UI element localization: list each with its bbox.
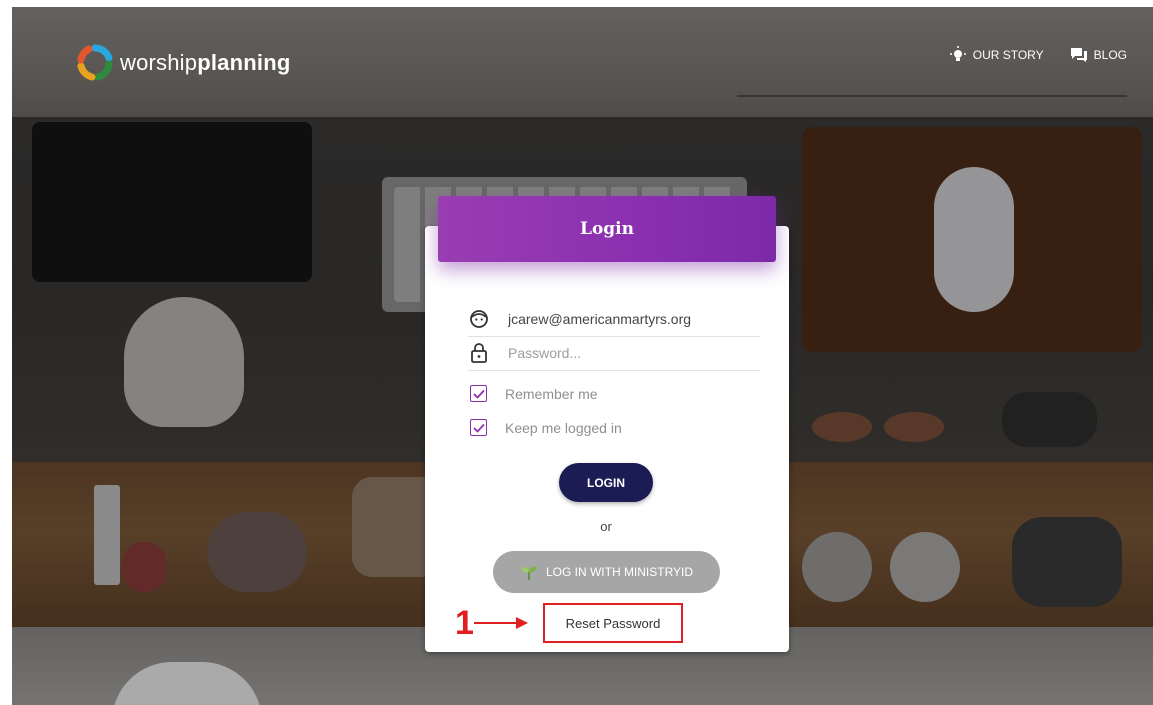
brand-name-bold: planning — [197, 50, 291, 75]
ministryid-login-button[interactable]: LOG IN WITH MINISTRYID — [493, 551, 720, 593]
top-nav: OUR STORY BLOG — [949, 46, 1127, 64]
checkbox-checked-icon[interactable] — [470, 385, 487, 402]
brand-name: worshipplanning — [120, 50, 290, 76]
or-separator: or — [600, 519, 612, 534]
sprout-icon — [520, 566, 537, 580]
user-face-icon — [468, 308, 490, 330]
password-input[interactable] — [508, 345, 748, 361]
keep-logged-in-label: Keep me logged in — [505, 419, 622, 436]
nav-blog-label: BLOG — [1093, 48, 1127, 62]
keep-logged-in-checkbox[interactable]: Keep me logged in — [470, 419, 622, 436]
password-field-row — [468, 336, 760, 371]
email-field-row — [468, 302, 760, 337]
annotation-arrow-icon — [474, 617, 528, 629]
login-button[interactable]: LOGIN — [559, 463, 653, 502]
nav-our-story-label: OUR STORY — [972, 48, 1044, 62]
lightbulb-icon — [949, 46, 966, 61]
chat-bubbles-icon — [1070, 48, 1087, 62]
nav-blog[interactable]: BLOG — [1070, 46, 1127, 64]
brand-name-light: worship — [120, 50, 198, 75]
lock-icon — [468, 342, 490, 364]
email-input[interactable] — [508, 311, 748, 327]
ministryid-button-label: LOG IN WITH MINISTRYID — [545, 565, 694, 579]
nav-our-story[interactable]: OUR STORY — [949, 46, 1044, 64]
checkbox-checked-icon[interactable] — [470, 419, 487, 436]
remember-me-checkbox[interactable]: Remember me — [470, 385, 598, 402]
reset-password-link[interactable]: Reset Password — [543, 603, 683, 643]
login-card-header: Login — [438, 196, 776, 262]
logo-mark-icon — [77, 44, 113, 81]
brand-logo[interactable]: worshipplanning — [76, 44, 290, 82]
login-title: Login — [580, 219, 634, 239]
remember-me-label: Remember me — [505, 385, 598, 402]
